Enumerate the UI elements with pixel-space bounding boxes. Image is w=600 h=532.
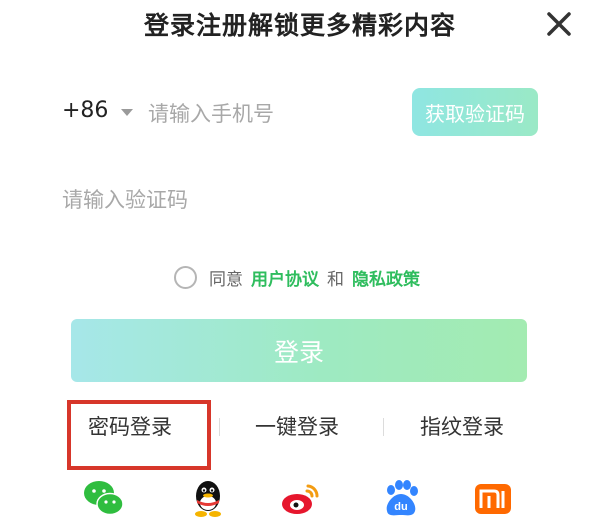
page-title: 登录注册解锁更多精彩内容	[143, 11, 456, 40]
chevron-down-icon[interactable]	[121, 109, 133, 116]
weibo-login-button[interactable]	[278, 476, 322, 520]
one-click-login-tab[interactable]: 一键登录	[255, 411, 339, 441]
agreement-row: 同意 用户协议 和 隐私政策	[174, 263, 428, 291]
privacy-policy-link[interactable]: 隐私政策	[352, 265, 420, 290]
weibo-icon	[282, 484, 319, 514]
svg-text:du: du	[394, 501, 407, 513]
divider	[383, 418, 384, 436]
user-agreement-link[interactable]: 用户协议	[251, 265, 319, 290]
highlight-box	[67, 400, 211, 470]
agree-text: 同意	[209, 269, 243, 290]
close-button[interactable]	[541, 6, 577, 42]
phone-row: +86 获取验证码	[62, 88, 542, 140]
fingerprint-login-tab[interactable]: 指纹登录	[420, 411, 504, 441]
baidu-icon: du	[386, 480, 418, 516]
xiaomi-login-button[interactable]	[471, 476, 515, 520]
phone-input[interactable]	[148, 94, 388, 134]
xiaomi-icon	[475, 484, 511, 514]
login-button[interactable]: 登录	[71, 319, 527, 382]
agree-conjunction: 和	[327, 269, 344, 290]
verify-code-input[interactable]	[62, 180, 362, 220]
baidu-login-button[interactable]: du	[379, 476, 423, 520]
get-code-button[interactable]: 获取验证码	[412, 88, 538, 136]
country-code-selector[interactable]: +86	[62, 98, 108, 123]
agree-checkbox[interactable]	[174, 265, 197, 289]
qq-icon	[195, 481, 221, 517]
close-icon[interactable]	[541, 6, 577, 42]
divider	[219, 418, 220, 436]
wechat-icon	[84, 481, 124, 516]
wechat-login-button[interactable]	[82, 476, 126, 520]
qq-login-button[interactable]	[186, 476, 230, 520]
